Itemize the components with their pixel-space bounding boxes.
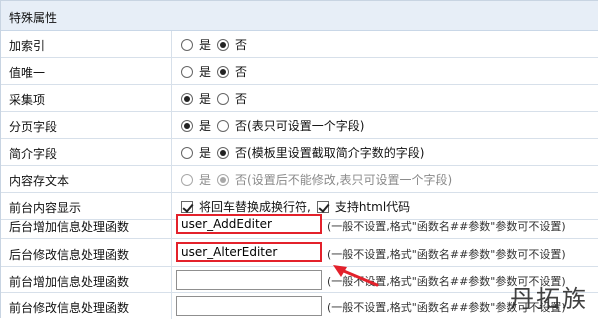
annotation-arrow-icon <box>333 265 379 287</box>
label-summary-field: 简介字段 <box>9 147 58 161</box>
row-paging-field: 分页字段 是 否(表只可设置一个字段) <box>1 112 598 139</box>
backend-add-func-input[interactable] <box>176 214 322 234</box>
summary-field-no-radio[interactable] <box>217 146 230 159</box>
row-frontend-edit-func: 前台修改信息处理函数 (一般不设置,格式"函数名##参数"参数可不设置) <box>1 293 598 319</box>
paging-field-yes-label[interactable]: 是 <box>199 117 211 134</box>
frontend-edit-func-input[interactable] <box>176 296 322 316</box>
unique-no-radio[interactable] <box>217 65 230 78</box>
row-frontend-add-func: 前台增加信息处理函数 (一般不设置,格式"函数名##参数"参数可不设置) <box>1 267 598 293</box>
add-index-radios: 是 否 <box>181 36 247 53</box>
summary-field-yes-radio[interactable] <box>181 146 193 159</box>
paging-field-yes-radio[interactable] <box>181 119 193 132</box>
row-unique: 值唯一 是 否 <box>1 58 598 85</box>
summary-field-radios: 是 否(模板里设置截取简介字数的字段) <box>181 144 424 161</box>
summary-field-yes-label[interactable]: 是 <box>199 144 211 161</box>
add-index-yes-label[interactable]: 是 <box>199 36 211 53</box>
backend-edit-func-input[interactable] <box>176 242 322 262</box>
add-index-no-radio[interactable] <box>217 38 230 51</box>
row-content-text: 内容存文本 是 否(设置后不能修改,表只可设置一个字段) <box>1 166 598 193</box>
collect-item-yes-label[interactable]: 是 <box>199 90 211 107</box>
backend-edit-func-hint: (一般不设置,格式"函数名##参数"参数可不设置) <box>327 248 566 261</box>
collect-item-no-label[interactable]: 否 <box>235 90 247 107</box>
label-paging-field: 分页字段 <box>9 120 58 134</box>
paging-field-no-radio[interactable] <box>217 119 230 132</box>
row-collect-item: 采集项 是 否 <box>1 85 598 112</box>
watermark-logo: 丹拓族 <box>510 285 588 313</box>
content-text-yes-label: 是 <box>199 173 212 187</box>
unique-yes-radio[interactable] <box>181 65 193 78</box>
collect-item-radios: 是 否 <box>181 90 247 107</box>
paging-field-no-label[interactable]: 否(表只可设置一个字段) <box>235 117 364 134</box>
label-backend-add-func: 后台增加信息处理函数 <box>9 220 130 234</box>
summary-field-no-label[interactable]: 否(模板里设置截取简介字数的字段) <box>235 144 424 161</box>
content-text-no-label: 否(设置后不能修改,表只可设置一个字段) <box>235 173 453 187</box>
section-title: 特殊属性 <box>9 11 58 25</box>
add-index-yes-radio[interactable] <box>181 38 193 51</box>
row-summary-field: 简介字段 是 否(模板里设置截取简介字数的字段) <box>1 139 598 166</box>
row-backend-edit-func: 后台修改信息处理函数 (一般不设置,格式"函数名##参数"参数可不设置) <box>1 239 598 267</box>
special-attributes-panel: 特殊属性 加索引 是 否 值唯一 是 否 采集项 是 否 分页字段 是 否(表只… <box>0 0 598 319</box>
label-frontend-edit-func: 前台修改信息处理函数 <box>9 301 130 315</box>
label-unique: 值唯一 <box>9 66 46 80</box>
row-backend-add-func: 后台增加信息处理函数 (一般不设置,格式"函数名##参数"参数可不设置) <box>1 211 598 239</box>
content-text-no-radio <box>217 173 230 186</box>
label-frontend-add-func: 前台增加信息处理函数 <box>9 275 130 289</box>
backend-add-func-hint: (一般不设置,格式"函数名##参数"参数可不设置) <box>327 220 566 233</box>
unique-radios: 是 否 <box>181 63 247 80</box>
collect-item-no-radio[interactable] <box>217 92 230 105</box>
unique-yes-label[interactable]: 是 <box>199 63 211 80</box>
section-header: 特殊属性 <box>1 1 598 31</box>
label-backend-edit-func: 后台修改信息处理函数 <box>9 248 130 262</box>
collect-item-yes-radio[interactable] <box>181 92 193 105</box>
content-text-yes-radio <box>181 173 193 186</box>
add-index-no-label[interactable]: 否 <box>235 36 247 53</box>
label-add-index: 加索引 <box>9 39 46 53</box>
content-text-radios: 是 否(设置后不能修改,表只可设置一个字段) <box>181 171 452 188</box>
frontend-add-func-input[interactable] <box>176 270 322 290</box>
row-add-index: 加索引 是 否 <box>1 31 598 58</box>
label-collect-item: 采集项 <box>9 93 46 107</box>
label-content-text: 内容存文本 <box>9 174 70 188</box>
unique-no-label[interactable]: 否 <box>235 63 247 80</box>
paging-field-radios: 是 否(表只可设置一个字段) <box>181 117 364 134</box>
